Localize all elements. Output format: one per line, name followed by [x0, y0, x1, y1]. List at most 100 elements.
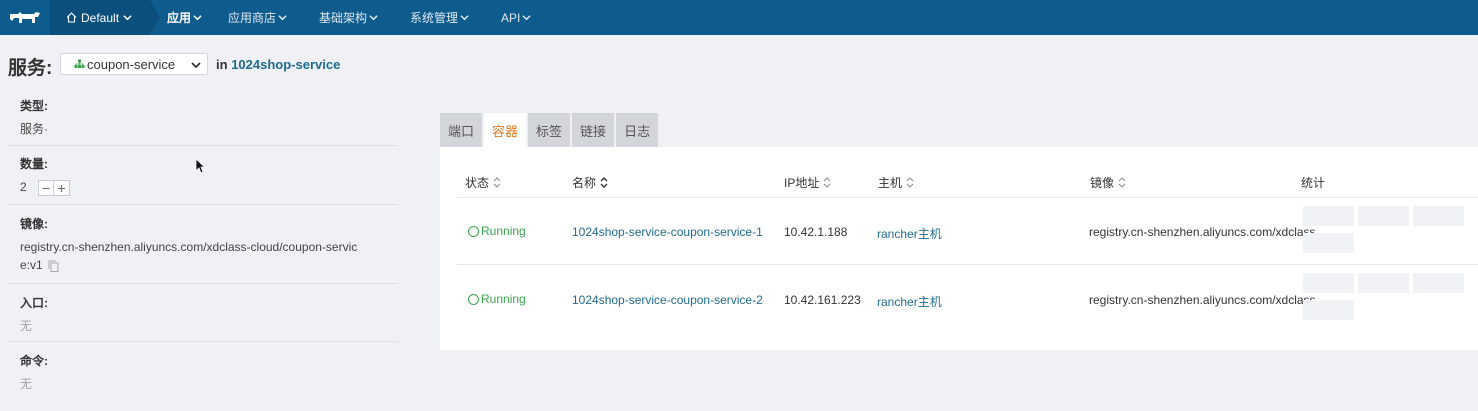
- scale-field: 数量: 2 − +: [20, 155, 71, 196]
- column-header-stats: 统计: [1301, 174, 1325, 191]
- top-nav: Default 应用 应用商店 基础架构 系统管理 API: [0, 0, 1478, 35]
- sort-icon: [1118, 177, 1126, 188]
- containers-panel: 状态 名称 IP地址 主机 镜像 统计 Running 1024shop-ser…: [440, 147, 1478, 350]
- divider: [8, 341, 398, 342]
- page-title: 服务:: [8, 58, 53, 79]
- state-cell: Running: [468, 292, 526, 306]
- scale-increase-button[interactable]: +: [54, 179, 71, 196]
- command-field: 命令: 无: [20, 352, 48, 393]
- environment-switcher[interactable]: Default: [50, 0, 160, 35]
- chevron-down-icon: [278, 15, 287, 21]
- nav-item-api[interactable]: API: [501, 0, 531, 35]
- state-label: Running: [481, 224, 526, 238]
- column-header-host[interactable]: 主机: [878, 174, 914, 191]
- sort-icon: [493, 177, 501, 188]
- nav-item-admin[interactable]: 系统管理: [410, 0, 469, 35]
- scale-value: 2: [20, 180, 27, 194]
- in-label: in: [216, 57, 228, 72]
- running-status-icon: [468, 293, 479, 305]
- ip-cell: 10.42.161.223: [784, 293, 861, 307]
- column-header-ip[interactable]: IP地址: [784, 174, 831, 191]
- tab-logs[interactable]: 日志: [616, 113, 659, 147]
- host-link[interactable]: rancher主机: [877, 293, 942, 310]
- copy-icon[interactable]: [48, 260, 59, 272]
- column-header-state[interactable]: 状态: [465, 174, 501, 191]
- divider: [8, 145, 398, 146]
- column-header-label: 名称: [572, 176, 597, 190]
- column-header-label: IP地址: [784, 176, 820, 190]
- stack-breadcrumb: in 1024shop-service: [216, 57, 340, 72]
- column-header-image[interactable]: 镜像: [1090, 174, 1126, 191]
- chevron-down-icon: [460, 15, 469, 21]
- cpu-sparkline: [1303, 206, 1354, 226]
- command-value: 无: [20, 377, 33, 391]
- entry-field: 入口: 无: [20, 294, 48, 335]
- image-value: registry.cn-shenzhen.aliyuncs.com/xdclas…: [20, 240, 358, 272]
- nav-item-label: 应用商店: [228, 11, 277, 25]
- nav-item-catalog[interactable]: 应用商店: [228, 0, 287, 35]
- sort-icon: [600, 177, 608, 188]
- chevron-down-icon: [191, 62, 201, 69]
- rancher-logo-icon[interactable]: [0, 0, 50, 35]
- entry-value: 无: [20, 319, 33, 333]
- nav-item-label: 系统管理: [410, 11, 459, 25]
- divider: [8, 204, 398, 205]
- type-field: 类型: 服务·: [20, 97, 48, 138]
- scale-row: 2 − +: [20, 178, 71, 196]
- memory-sparkline: [1358, 273, 1409, 293]
- service-select[interactable]: coupon-service: [60, 53, 208, 75]
- chevron-down-icon: [123, 15, 132, 21]
- running-status-icon: [468, 225, 479, 237]
- column-header-name[interactable]: 名称: [572, 174, 608, 191]
- storage-sparkline: [1303, 300, 1354, 320]
- scale-decrease-button[interactable]: −: [38, 179, 55, 196]
- nav-item-label: API: [501, 10, 521, 25]
- tab-links[interactable]: 链接: [572, 113, 615, 147]
- column-header-label: 镜像: [1090, 176, 1115, 190]
- container-name-link[interactable]: 1024shop-service-coupon-service-1: [572, 225, 763, 239]
- tab-ports[interactable]: 端口: [440, 113, 483, 147]
- tab-labels[interactable]: 标签: [528, 113, 571, 147]
- nav-item-label: 应用: [167, 11, 192, 25]
- service-icon: [74, 59, 85, 68]
- mouse-cursor-icon: [195, 158, 205, 174]
- scale-label: 数量:: [20, 157, 48, 171]
- memory-sparkline: [1358, 206, 1409, 226]
- environment-label: Default: [81, 10, 120, 25]
- network-sparkline: [1413, 273, 1464, 293]
- image-row: registry.cn-shenzhen.aliyuncs.com/xdclas…: [20, 238, 360, 274]
- chevron-down-icon: [522, 15, 531, 21]
- column-header-label: 主机: [878, 176, 903, 190]
- host-link[interactable]: rancher主机: [877, 225, 942, 242]
- chevron-down-icon: [193, 15, 202, 21]
- chevron-down-icon: [369, 15, 378, 21]
- sort-icon: [823, 177, 831, 188]
- tab-containers[interactable]: 容器: [484, 113, 527, 148]
- nav-item-infrastructure[interactable]: 基础架构: [319, 0, 378, 35]
- sort-icon: [906, 177, 914, 188]
- image-cell: registry.cn-shenzhen.aliyuncs.com/xdclas…: [1089, 293, 1316, 307]
- image-cell: registry.cn-shenzhen.aliyuncs.com/xdclas…: [1089, 225, 1316, 239]
- nav-item-label: 基础架构: [319, 11, 368, 25]
- container-name-link[interactable]: 1024shop-service-coupon-service-2: [572, 293, 763, 307]
- image-field: 镜像: registry.cn-shenzhen.aliyuncs.com/xd…: [20, 215, 360, 274]
- nav-item-apps[interactable]: 应用: [167, 0, 202, 35]
- type-label: 类型:: [20, 99, 48, 113]
- stack-link[interactable]: 1024shop-service: [231, 57, 340, 72]
- ip-cell: 10.42.1.188: [784, 225, 848, 239]
- type-value: 服务·: [20, 122, 48, 136]
- column-header-label: 统计: [1301, 176, 1326, 190]
- command-label: 命令:: [20, 354, 48, 368]
- row-divider: [457, 264, 1478, 265]
- detail-tabs: 端口 容器 标签 链接 日志: [440, 113, 659, 148]
- state-label: Running: [481, 292, 526, 306]
- image-label: 镜像:: [20, 217, 48, 231]
- divider: [8, 283, 398, 284]
- header-divider: [457, 197, 1478, 198]
- storage-sparkline: [1303, 233, 1354, 253]
- network-sparkline: [1413, 206, 1464, 226]
- state-cell: Running: [468, 224, 526, 238]
- service-select-value: coupon-service: [87, 56, 176, 72]
- entry-label: 入口:: [20, 296, 48, 310]
- home-icon: [66, 12, 77, 23]
